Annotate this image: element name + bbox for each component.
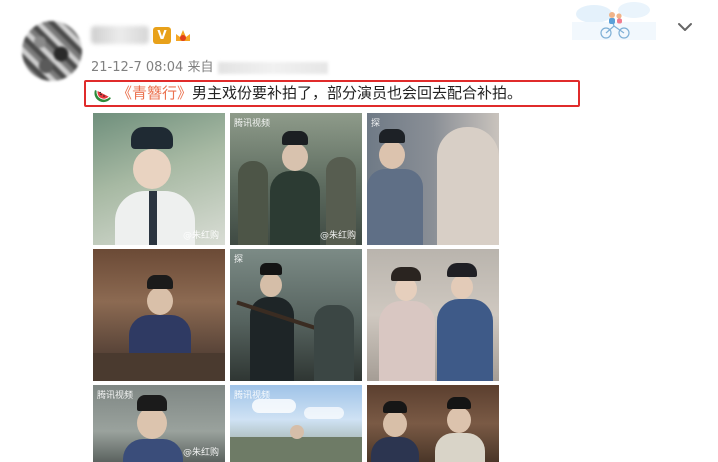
image-badge: 探	[371, 119, 381, 129]
post-image-6[interactable]	[367, 249, 499, 381]
image-watermark: @朱红购	[319, 231, 356, 241]
avatar[interactable]	[22, 21, 82, 81]
post-title-link[interactable]: 《青簪行》	[117, 84, 192, 102]
post-image-2[interactable]: @朱红购 腾讯视频	[230, 113, 362, 245]
post-image-1[interactable]: @朱红购	[93, 113, 225, 245]
image-badge: 腾讯视频	[234, 119, 271, 129]
post-text: 《青簪行》男主戏份要补拍了，部分演员也会回去配合补拍。	[117, 82, 522, 104]
post-meta: 21-12-7 08:04 来自	[91, 56, 328, 75]
level-icon	[176, 30, 190, 41]
post-source-prefix: 来自	[187, 60, 214, 75]
chevron-down-icon[interactable]	[676, 18, 694, 36]
username-blurred[interactable]	[91, 26, 149, 44]
image-badge: 腾讯视频	[234, 391, 271, 401]
post-text-body: 男主戏份要补拍了，部分演员也会回去配合补拍。	[192, 84, 523, 102]
post-timestamp[interactable]: 21-12-7 08:04	[91, 60, 183, 75]
watermelon-icon	[94, 90, 111, 103]
post-image-5[interactable]: 探	[230, 249, 362, 381]
post-source-blurred	[217, 61, 328, 74]
post-image-9[interactable]	[367, 385, 499, 462]
image-badge: 腾讯视频	[97, 391, 134, 401]
image-watermark: @朱红购	[182, 231, 219, 241]
post-image-4[interactable]	[93, 249, 225, 381]
image-badge: 探	[234, 255, 244, 265]
image-watermark: @朱红购	[182, 448, 219, 458]
vip-icon: V	[153, 27, 171, 44]
post-image-8[interactable]: 腾讯视频	[230, 385, 362, 462]
post-image-7[interactable]: @朱红购 腾讯视频	[93, 385, 225, 462]
post-image-3[interactable]: 探	[367, 113, 499, 245]
card-decoration-illustration	[572, 2, 656, 40]
